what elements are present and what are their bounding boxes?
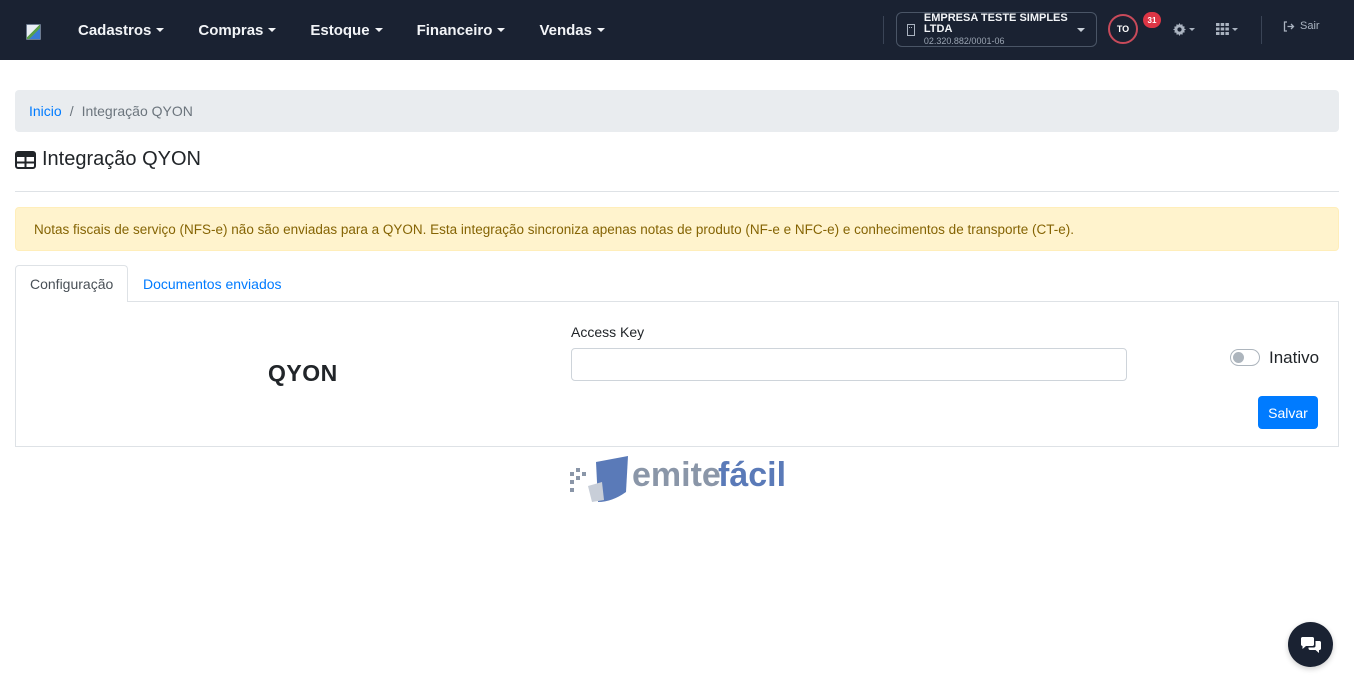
chat-button[interactable]	[1288, 622, 1333, 667]
logo-text-emite: emite	[632, 456, 721, 494]
nav-cadastros[interactable]: Cadastros	[78, 21, 165, 39]
caret-down-icon	[1232, 27, 1238, 31]
nav-compras[interactable]: Compras	[198, 21, 277, 39]
breadcrumb-home-link[interactable]: Inicio	[29, 103, 62, 119]
warning-alert: Notas fiscais de serviço (NFS-e) não são…	[15, 207, 1339, 251]
caret-down-icon	[1189, 27, 1195, 31]
building-icon	[907, 23, 915, 36]
save-button[interactable]: Salvar	[1258, 396, 1318, 429]
main-nav: Cadastros Compras Estoque Financeiro Ven…	[78, 0, 639, 60]
logo-mark: emite fácil	[570, 456, 786, 502]
caret-down-icon	[497, 28, 506, 32]
logout-icon	[1283, 20, 1295, 32]
company-cnpj: 02.320.882/0001-06	[923, 36, 1005, 46]
alert-text: Notas fiscais de serviço (NFS-e) não são…	[34, 221, 1074, 237]
logo-text-facil: fácil	[718, 456, 786, 494]
settings-menu-button[interactable]	[1173, 20, 1195, 38]
page-header: Integração QYON	[15, 148, 201, 171]
caret-down-icon	[374, 28, 383, 32]
apps-grid-icon	[1216, 23, 1229, 35]
page-title: Integração QYON	[42, 148, 201, 170]
caret-down-icon	[156, 28, 165, 32]
tab-documentos-enviados[interactable]: Documentos enviados	[129, 265, 296, 302]
access-key-label: Access Key	[571, 324, 645, 340]
logout-label: Sair	[1300, 20, 1320, 32]
toggle-knob	[1233, 352, 1244, 363]
tabs-bar: Configuração Documentos enviados	[15, 265, 1339, 303]
nav-label: Estoque	[310, 21, 370, 39]
divider	[1261, 16, 1262, 44]
chevron-down-icon	[1077, 28, 1085, 32]
settings-gear-icon	[1173, 22, 1186, 36]
nav-financeiro[interactable]: Financeiro	[417, 22, 506, 39]
company-selector[interactable]: EMPRESA TESTE SIMPLES LTDA 02.320.882/00…	[896, 12, 1097, 47]
nav-estoque[interactable]: Estoque	[310, 21, 383, 39]
status-label: Inativo	[1269, 348, 1320, 367]
brand-logo[interactable]	[26, 24, 41, 40]
divider	[15, 191, 1339, 192]
caret-down-icon	[268, 28, 277, 32]
divider	[883, 16, 884, 44]
nav-label: Financeiro	[416, 21, 493, 39]
provider-name: QYON	[268, 360, 338, 386]
tab-configuracao[interactable]: Configuração	[15, 265, 128, 303]
company-name: EMPRESA TESTE SIMPLES LTDA	[923, 12, 1068, 35]
access-key-input[interactable]	[571, 348, 1127, 381]
top-navbar: Cadastros Compras Estoque Financeiro Ven…	[0, 0, 1354, 60]
chat-icon	[1300, 636, 1321, 653]
nav-vendas[interactable]: Vendas	[539, 22, 605, 39]
config-panel: QYON Access Key Inativo Salvar	[15, 302, 1339, 447]
caret-down-icon	[596, 28, 605, 32]
nav-label: Vendas	[539, 21, 592, 39]
notification-badge[interactable]: 31	[1143, 12, 1161, 28]
breadcrumb-separator: /	[69, 103, 74, 119]
breadcrumb-current: Integração QYON	[81, 103, 193, 119]
breadcrumb: Inicio / Integração QYON	[15, 90, 1339, 132]
emitefacil-logo: emite fácil	[568, 452, 788, 506]
user-avatar[interactable]: TO	[1108, 14, 1138, 44]
table-icon	[15, 150, 36, 169]
status-toggle[interactable]	[1230, 349, 1260, 366]
logout-button[interactable]: Sair	[1283, 20, 1320, 32]
nav-label: Compras	[198, 21, 264, 39]
apps-menu-button[interactable]	[1216, 20, 1238, 38]
nav-label: Cadastros	[78, 21, 152, 39]
